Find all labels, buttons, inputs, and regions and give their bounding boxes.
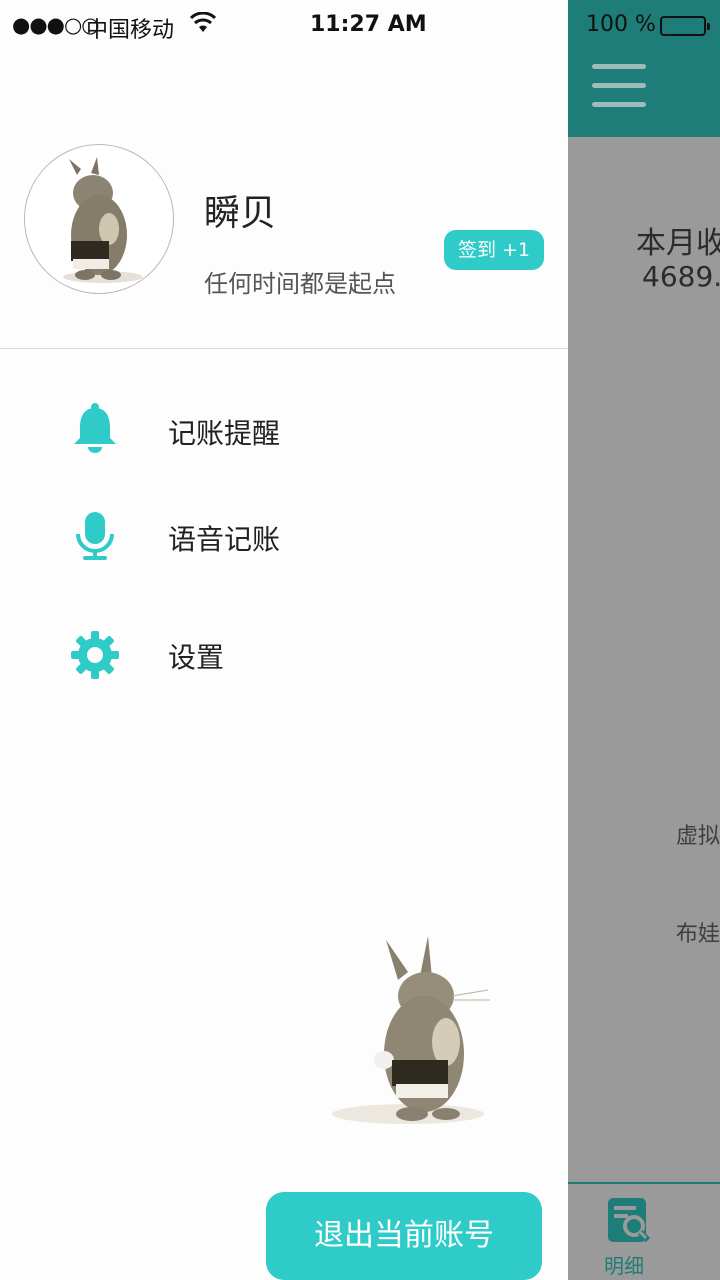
- list-item: 布娃: [676, 922, 720, 947]
- details-search-icon: [608, 1198, 651, 1243]
- menu-hamburger-icon[interactable]: [592, 64, 646, 108]
- checkin-button[interactable]: 签到 +1: [444, 230, 544, 270]
- status-bar: ●●●○○ 中国移动 11:27 AM 100 %: [0, 0, 720, 52]
- list-item: 虚拟: [676, 824, 720, 849]
- wifi-icon: [189, 11, 217, 38]
- divider: [0, 348, 568, 349]
- tab-details[interactable]: [598, 1196, 658, 1248]
- battery-icon: [660, 16, 710, 36]
- menu-item-label: 记账提醒: [168, 417, 281, 450]
- rabbit-avatar-icon: [63, 157, 143, 283]
- month-income-value: 4689.: [642, 260, 720, 293]
- gear-icon: [70, 630, 120, 680]
- clock: 11:27 AM: [310, 12, 427, 37]
- menu-item-reminder[interactable]: 记账提醒: [0, 392, 568, 472]
- logout-button[interactable]: 退出当前账号: [266, 1192, 542, 1280]
- menu-item-label: 设置: [168, 641, 225, 674]
- tab-details-label: 明细: [604, 1254, 644, 1278]
- side-drawer: 瞬贝 任何时间都是起点 签到 +1 记账提醒 语音记账 设置 退出当前账号: [0, 0, 568, 1280]
- carrier-label: 中国移动: [86, 18, 175, 43]
- menu-item-voice[interactable]: 语音记账: [0, 498, 568, 578]
- user-motto: 任何时间都是起点: [204, 270, 396, 298]
- microphone-icon: [70, 510, 120, 560]
- menu-item-label: 语音记账: [168, 523, 281, 556]
- username: 瞬贝: [204, 193, 277, 234]
- avatar[interactable]: [24, 144, 174, 294]
- rabbit-illustration: [328, 930, 498, 1130]
- battery-percentage: 100 %: [586, 12, 656, 37]
- menu-item-settings[interactable]: 设置: [0, 614, 568, 694]
- bell-icon: [70, 402, 120, 453]
- month-income-label: 本月收: [636, 226, 720, 261]
